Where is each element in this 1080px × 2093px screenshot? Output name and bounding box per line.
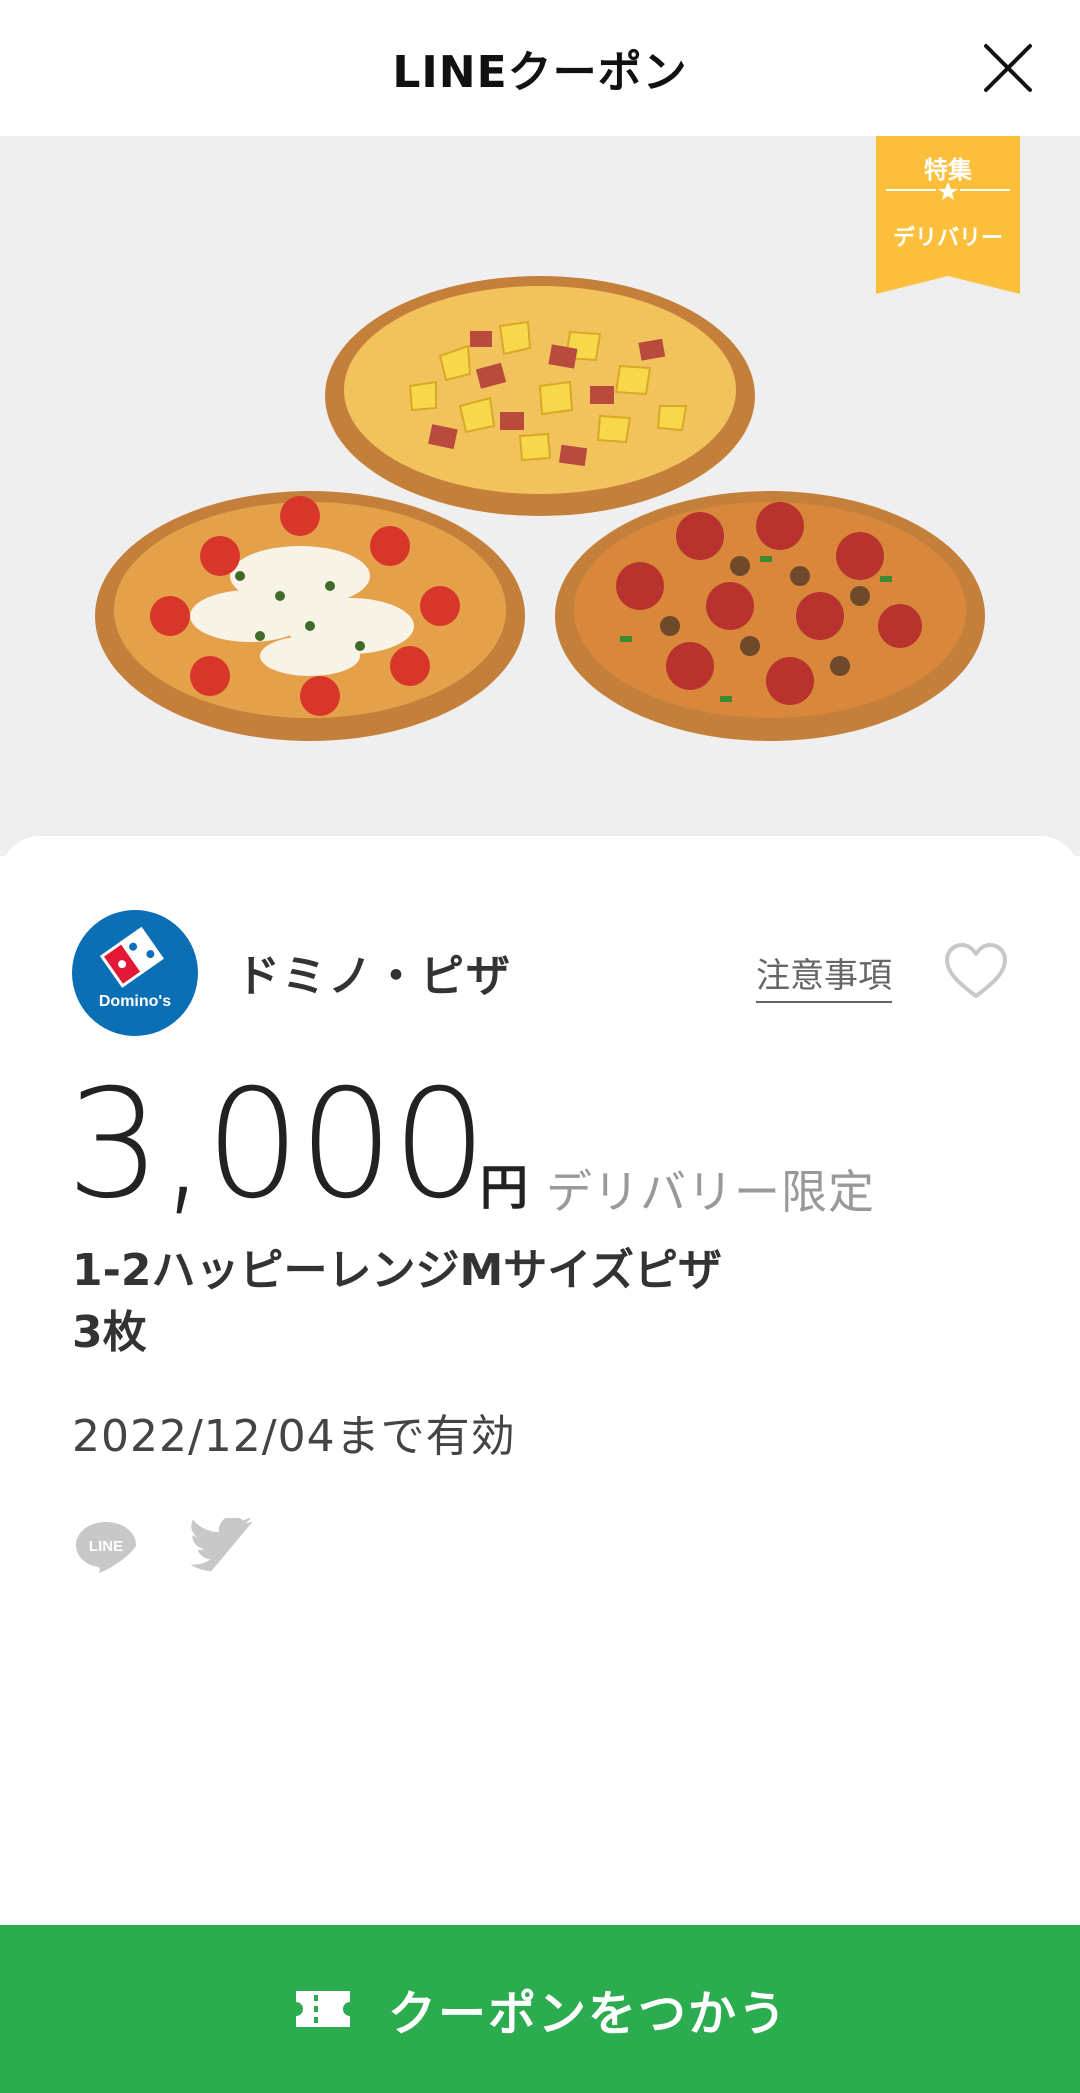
twitter-share-icon[interactable] [188,1518,254,1576]
validity-date: 2022/12/04まで有効 [72,1411,516,1462]
product-description: 1-2ハッピーレンジMサイズピザ 3枚 [72,1240,792,1364]
close-icon[interactable] [980,40,1036,96]
line-share-icon[interactable]: LINE [74,1518,138,1576]
coupon-hero-image: 特集 デリバリー [0,136,1080,856]
badge-label-feature: 特集 [924,156,972,184]
currency-unit: 円 [480,1160,529,1216]
ticket-icon [295,1991,350,2027]
line-icon-label: LINE [89,1538,123,1555]
coupon-condition: デリバリー限定 [546,1165,875,1219]
use-coupon-label: クーポンをつかう [387,1986,788,2042]
discount-amount: 3,000 [66,1058,487,1232]
product-line-2: 3枚 [72,1307,147,1358]
feature-badge: 特集 デリバリー [876,136,1020,294]
notice-link[interactable]: 注意事項 [756,948,892,1003]
badge-label-delivery: デリバリー [892,226,1003,251]
dominos-logo-icon: Domino's [72,910,198,1036]
use-coupon-button[interactable]: クーポンをつかう [0,1925,1080,2093]
logo-wordmark: Domino's [99,993,171,1010]
brand-name: ドミノ・ピザ [236,951,512,1002]
header: LINEクーポン [0,0,1080,136]
product-line-1: 1-2ハッピーレンジMサイズピザ [72,1245,722,1296]
heart-icon[interactable] [944,942,1008,1000]
page-title: LINEクーポン [392,47,688,98]
